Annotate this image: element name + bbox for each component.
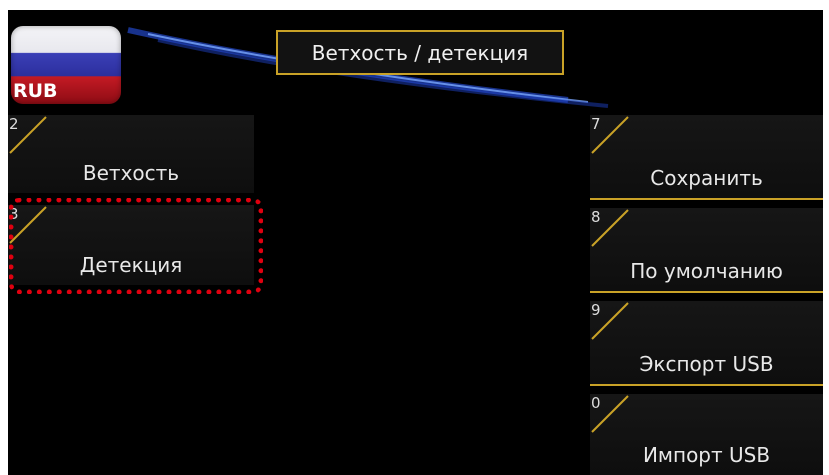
button-number: 7 (591, 115, 601, 133)
button-label: Ветхость (82, 161, 180, 185)
button-number: 0 (591, 394, 601, 412)
default-button[interactable]: 8 По умолчанию (590, 208, 823, 293)
button-label: Сохранить (650, 166, 763, 190)
soil-button[interactable]: 2 Ветхость (8, 115, 254, 193)
button-label: Импорт USB (642, 443, 771, 467)
button-label: По умолчанию (630, 259, 783, 283)
button-number: 9 (591, 301, 601, 319)
page-title: Ветхость / детекция (276, 30, 564, 75)
selection-highlight (9, 198, 263, 294)
save-button[interactable]: 7 Сохранить (590, 115, 823, 200)
export-usb-button[interactable]: 9 Экспорт USB (590, 301, 823, 386)
button-label: Экспорт USB (639, 352, 774, 376)
device-screen: RUB Ветхость / детекция 2 Ветхость 3 Дет… (8, 10, 823, 475)
currency-flag-icon[interactable]: RUB (11, 26, 121, 104)
button-number: 8 (591, 208, 601, 226)
button-number: 2 (9, 115, 19, 133)
import-usb-button[interactable]: 0 Импорт USB (590, 394, 823, 475)
currency-label: RUB (13, 80, 58, 102)
